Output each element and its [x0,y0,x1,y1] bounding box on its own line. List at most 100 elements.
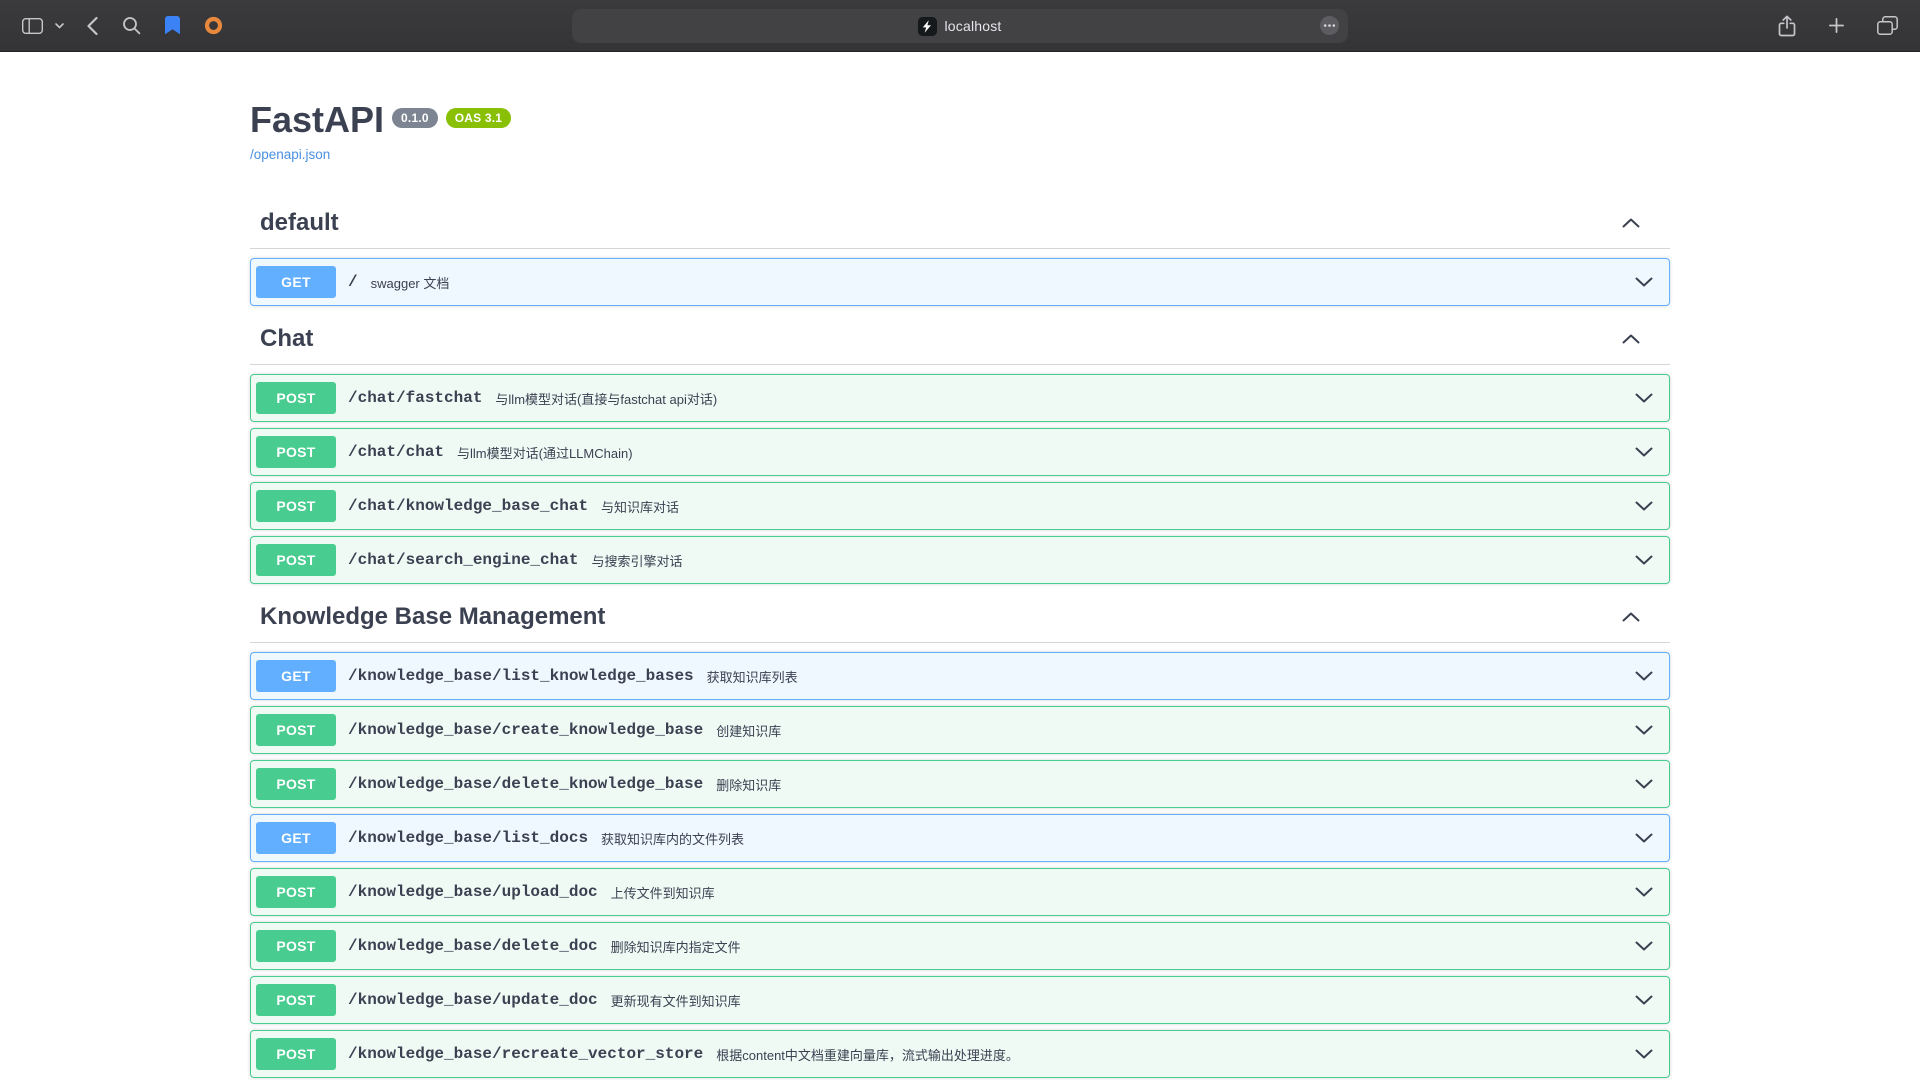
expand-operation-button[interactable] [1633,777,1655,791]
oas-badge: OAS 3.1 [446,108,511,128]
share-button[interactable] [1774,11,1800,41]
operation-summary: 更新现有文件到知识库 [611,991,741,1010]
operation-row[interactable]: POST/knowledge_base/delete_doc删除知识库内指定文件 [250,922,1670,970]
operation-summary: 与llm模型对话(直接与fastchat api对话) [495,389,717,408]
api-title: FastAPI 0.1.0 OAS 3.1 [250,98,1670,142]
collapse-section-button[interactable] [1620,610,1642,624]
chevron-down-icon [55,23,64,29]
operation-path: /knowledge_base/list_knowledge_bases [348,667,694,685]
openapi-spec-link[interactable]: /openapi.json [250,147,330,162]
extension-bookmark-button[interactable] [161,12,184,39]
sections: defaultGET/swagger 文档ChatPOST/chat/fastc… [250,204,1670,1078]
api-info: FastAPI 0.1.0 OAS 3.1 /openapi.json [250,98,1670,164]
search-button[interactable] [118,12,145,39]
section-header[interactable]: Knowledge Base Management [250,598,1670,643]
operation-path: / [348,273,358,291]
operation-row[interactable]: POST/knowledge_base/upload_doc上传文件到知识库 [250,868,1670,916]
method-badge: POST [256,930,336,962]
plus-icon [1828,17,1845,34]
tabs-overview-icon [1877,16,1898,35]
operation-path: /chat/search_engine_chat [348,551,578,569]
chevron-down-icon [1635,393,1653,403]
operation-row[interactable]: POST/knowledge_base/delete_knowledge_bas… [250,760,1670,808]
chevron-down-icon [1635,995,1653,1005]
expand-operation-button[interactable] [1633,669,1655,683]
method-badge: GET [256,266,336,298]
url-text: localhost [944,18,1001,34]
method-badge: POST [256,768,336,800]
site-favicon-icon [918,17,937,36]
expand-operation-button[interactable] [1633,1047,1655,1061]
operation-path: /chat/knowledge_base_chat [348,497,588,515]
chevron-down-icon [1635,277,1653,287]
operation-summary: 根据content中文档重建向量库，流式输出处理进度。 [716,1045,1019,1064]
expand-operation-button[interactable] [1633,445,1655,459]
sidebar-menu-button[interactable] [51,19,68,33]
toolbar-right-group [1750,11,1902,41]
chevron-down-icon [1635,501,1653,511]
collapse-section-button[interactable] [1620,216,1642,230]
operation-path: /knowledge_base/recreate_vector_store [348,1045,703,1063]
operation-row[interactable]: GET/knowledge_base/list_docs获取知识库内的文件列表 [250,814,1670,862]
address-bar[interactable]: localhost [572,9,1348,43]
expand-operation-button[interactable] [1633,993,1655,1007]
section-title: default [260,208,339,238]
api-section: defaultGET/swagger 文档 [250,204,1670,306]
expand-operation-button[interactable] [1633,723,1655,737]
browser-toolbar: localhost [0,0,1920,52]
chevron-up-icon [1622,612,1640,622]
blue-bookmark-icon [165,16,180,35]
sidebar-toggle-button[interactable] [18,14,47,38]
section-header[interactable]: default [250,204,1670,249]
method-badge: GET [256,822,336,854]
method-badge: POST [256,490,336,522]
operation-row[interactable]: POST/chat/fastchat与llm模型对话(直接与fastchat a… [250,374,1670,422]
expand-operation-button[interactable] [1633,831,1655,845]
method-badge: POST [256,1038,336,1070]
section-title: Chat [260,324,313,354]
operation-row[interactable]: GET/swagger 文档 [250,258,1670,306]
operation-row[interactable]: POST/knowledge_base/create_knowledge_bas… [250,706,1670,754]
orange-ring-icon [204,16,223,35]
chevron-up-icon [1622,218,1640,228]
expand-operation-button[interactable] [1633,939,1655,953]
operation-row[interactable]: POST/chat/chat与llm模型对话(通过LLMChain) [250,428,1670,476]
tab-overview-button[interactable] [1873,12,1902,39]
operation-path: /knowledge_base/delete_knowledge_base [348,775,703,793]
operation-row[interactable]: POST/chat/search_engine_chat与搜索引擎对话 [250,536,1670,584]
expand-operation-button[interactable] [1633,275,1655,289]
operation-row[interactable]: POST/chat/knowledge_base_chat与知识库对话 [250,482,1670,530]
operation-summary: 删除知识库 [716,775,781,794]
chevron-left-icon [86,16,98,36]
version-badge: 0.1.0 [392,108,438,128]
ellipsis-circle-icon [1319,15,1340,36]
operation-row[interactable]: GET/knowledge_base/list_knowledge_bases获… [250,652,1670,700]
method-badge: POST [256,544,336,576]
new-tab-button[interactable] [1824,13,1849,38]
page-menu-button[interactable] [1319,15,1340,36]
expand-operation-button[interactable] [1633,553,1655,567]
operation-summary: 删除知识库内指定文件 [611,937,741,956]
chevron-down-icon [1635,671,1653,681]
operation-row[interactable]: POST/knowledge_base/recreate_vector_stor… [250,1030,1670,1078]
method-badge: POST [256,382,336,414]
chevron-down-icon [1635,941,1653,951]
sidebar-icon [22,18,43,34]
operation-path: /knowledge_base/list_docs [348,829,588,847]
section-header[interactable]: Chat [250,320,1670,365]
collapse-section-button[interactable] [1620,332,1642,346]
chevron-down-icon [1635,833,1653,843]
expand-operation-button[interactable] [1633,391,1655,405]
chevron-down-icon [1635,447,1653,457]
operations-list: GET/swagger 文档 [250,258,1670,306]
extension-record-button[interactable] [200,12,227,39]
expand-operation-button[interactable] [1633,499,1655,513]
operations-list: GET/knowledge_base/list_knowledge_bases 获… [250,652,1670,1078]
api-title-text: FastAPI [250,99,384,140]
swagger-ui: FastAPI 0.1.0 OAS 3.1 /openapi.json defaul… [250,52,1670,1078]
operation-summary: 获取知识库列表 [707,667,798,686]
back-button[interactable] [82,12,102,40]
operation-row[interactable]: POST/knowledge_base/update_doc更新现有文件到知识库 [250,976,1670,1024]
method-badge: POST [256,876,336,908]
expand-operation-button[interactable] [1633,885,1655,899]
